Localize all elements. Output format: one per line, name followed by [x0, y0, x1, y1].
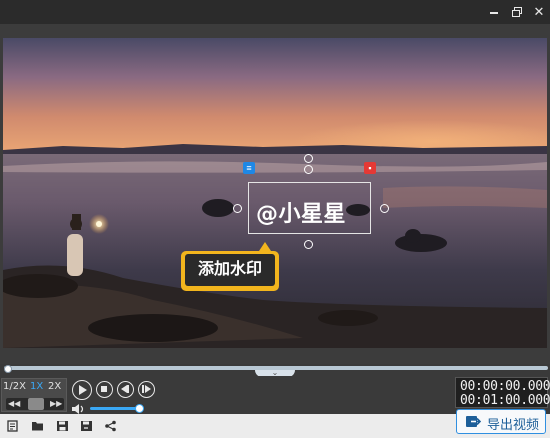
save-icon[interactable]	[56, 420, 69, 432]
title-bar: ✕	[0, 0, 550, 24]
close-icon[interactable]: ✕	[531, 4, 547, 20]
video-preview-frame: @小星星 ≡ ▪ 添加水印	[0, 24, 550, 364]
video-editor-window: ✕ @小星星 ≡ ▪ 添加水印 ⌄ 1/2X 1X 2X ◀◀ ▶▶ 00:00…	[0, 0, 550, 438]
speed-2x[interactable]: 2X	[48, 381, 61, 392]
speed-half[interactable]: 1/2X	[3, 381, 26, 392]
callout-label: 添加水印	[185, 254, 275, 286]
share-icon[interactable]	[104, 420, 117, 432]
total-duration: 00:01:00.000	[460, 393, 550, 408]
add-watermark-callout: 添加水印	[181, 251, 279, 291]
watermark-text[interactable]: @小星星	[256, 196, 346, 228]
speed-1x[interactable]: 1X	[30, 381, 43, 392]
restore-icon[interactable]	[509, 4, 525, 20]
resize-handle-bottom[interactable]	[304, 240, 313, 249]
resize-handle-top[interactable]	[304, 154, 313, 163]
volume-slider-knob[interactable]	[135, 404, 145, 413]
resize-handle-top-center[interactable]	[304, 165, 313, 174]
save-as-icon[interactable]	[80, 420, 93, 432]
stop-button[interactable]	[96, 381, 113, 398]
export-icon	[466, 416, 481, 427]
export-video-label: 导出视频	[487, 417, 540, 432]
list-icon[interactable]: ≡	[243, 162, 255, 174]
export-video-button[interactable]: 导出视频	[456, 409, 546, 434]
speed-selector: 1/2X 1X 2X ◀◀ ▶▶	[1, 378, 67, 412]
new-file-icon[interactable]	[7, 420, 20, 432]
video-preview[interactable]: @小星星 ≡ ▪ 添加水印	[3, 38, 547, 348]
resize-handle-left[interactable]	[233, 204, 242, 213]
speed-slider-knob[interactable]	[28, 398, 44, 410]
next-frame-button[interactable]	[138, 381, 155, 398]
current-time: 00:00:00.000	[460, 379, 550, 394]
previous-frame-button[interactable]	[117, 381, 134, 398]
timeline[interactable]: ⌄	[0, 364, 550, 377]
timecode-display: 00:00:00.000 00:01:00.000	[455, 377, 550, 408]
volume-icon[interactable]	[72, 404, 86, 414]
timeline-playhead[interactable]	[4, 365, 12, 373]
minimize-icon[interactable]	[486, 4, 502, 20]
callout-pointer	[259, 242, 271, 251]
speed-decrease-icon[interactable]: ◀◀	[8, 399, 20, 408]
speed-increase-icon[interactable]: ▶▶	[50, 399, 62, 408]
trash-icon[interactable]: ▪	[364, 162, 376, 174]
resize-handle-right[interactable]	[380, 204, 389, 213]
speed-slider[interactable]: ◀◀ ▶▶	[6, 398, 64, 410]
volume-slider[interactable]	[90, 407, 140, 410]
play-button[interactable]	[72, 380, 92, 400]
open-folder-icon[interactable]	[31, 420, 44, 432]
